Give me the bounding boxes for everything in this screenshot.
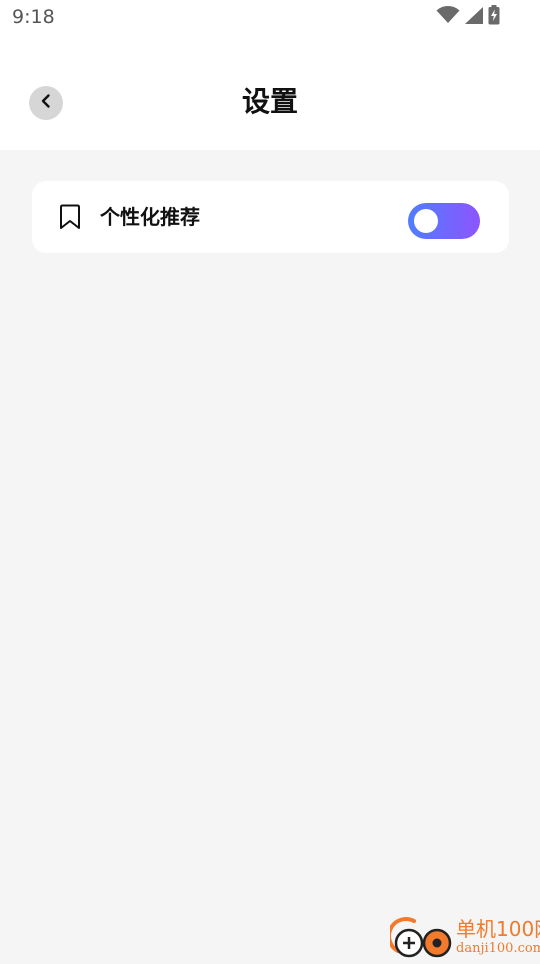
status-time: 9:18 [12, 6, 55, 28]
cellular-signal-icon [464, 6, 484, 29]
watermark-logo-icon [387, 915, 454, 960]
battery-charging-icon [488, 5, 500, 29]
settings-card: 个性化推荐 [32, 181, 509, 253]
wifi-icon [436, 6, 460, 28]
status-icons [436, 5, 500, 29]
bookmark-icon [58, 204, 82, 230]
watermark-title: 单机100网 [456, 917, 540, 941]
personalized-recommendation-toggle[interactable] [408, 203, 480, 239]
toggle-knob [414, 209, 438, 233]
setting-label: 个性化推荐 [100, 205, 200, 229]
watermark-url: danji100.com [456, 941, 540, 956]
status-bar: 9:18 [0, 0, 540, 36]
app-header: 9:18 设置 [0, 0, 540, 150]
watermark: 单机100网 danji100.com [387, 915, 540, 960]
page-title: 设置 [241, 85, 298, 118]
